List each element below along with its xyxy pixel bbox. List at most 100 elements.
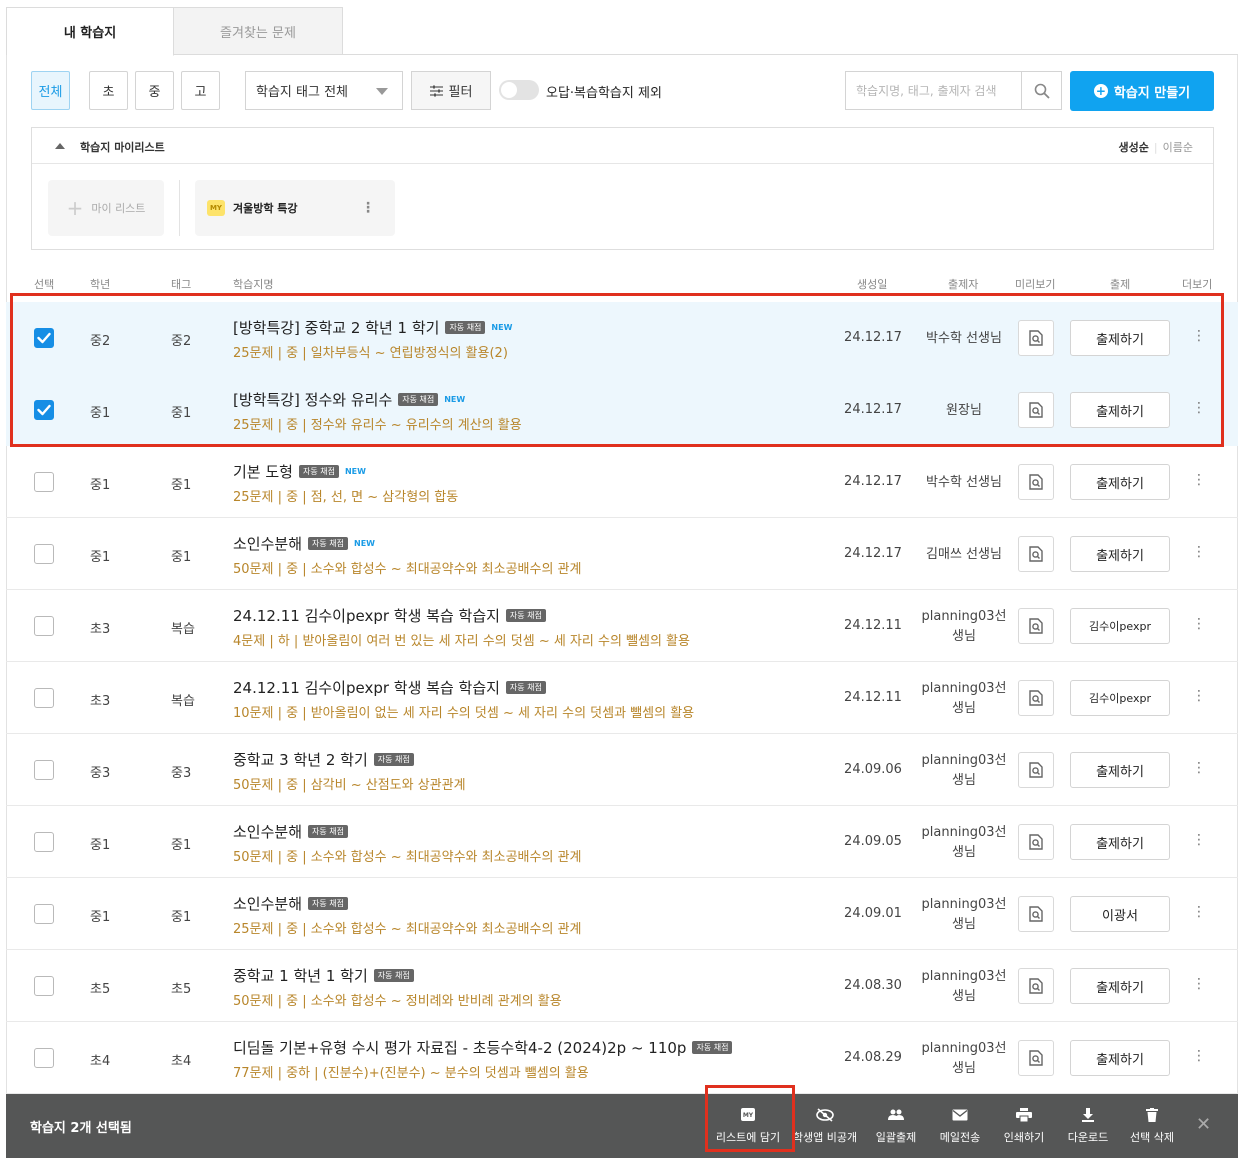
assign-button[interactable]: 김수이pexpr xyxy=(1070,680,1170,716)
assign-button[interactable]: 출제하기 xyxy=(1070,320,1170,356)
row-title[interactable]: 소인수분해 xyxy=(233,533,302,554)
more-kebab-icon[interactable]: ⋮ xyxy=(1192,401,1206,415)
assign-button[interactable]: 출제하기 xyxy=(1070,752,1170,788)
row-checkbox[interactable] xyxy=(34,328,54,348)
mylist-header: 학습지 마이리스트 생성순 | 이름순 xyxy=(32,128,1213,164)
row-checkbox[interactable] xyxy=(34,760,54,780)
row-title[interactable]: [방학특강] 중학교 2 학년 1 학기 xyxy=(233,317,439,338)
more-kebab-icon[interactable]: ⋮ xyxy=(1192,689,1206,703)
download-button[interactable]: 다운로드 xyxy=(1062,1106,1114,1146)
preview-button[interactable] xyxy=(1018,824,1054,860)
row-checkbox[interactable] xyxy=(34,688,54,708)
preview-button[interactable] xyxy=(1018,968,1054,1004)
row-title[interactable]: 24.12.11 김수이pexpr 학생 복습 학습지 xyxy=(233,677,500,698)
table-row[interactable]: 초4 초4 디딤돌 기본+유형 수시 평가 자료집 - 초등수학4-2 (2024)… xyxy=(6,1022,1238,1094)
row-checkbox[interactable] xyxy=(34,400,54,420)
search-input[interactable] xyxy=(846,72,1020,109)
assign-button[interactable]: 출제하기 xyxy=(1070,968,1170,1004)
preview-button[interactable] xyxy=(1018,536,1054,572)
bulk-assign-button[interactable]: 일괄출제 xyxy=(870,1106,922,1146)
more-kebab-icon[interactable]: ⋮ xyxy=(1192,905,1206,919)
send-mail-button[interactable]: 메일전송 xyxy=(934,1106,986,1146)
table-row[interactable]: 중1 중1 소인수분해 자동 채점 50문제 | 중 | 소수와 합성수 ~ 최대공약수… xyxy=(6,806,1238,878)
more-kebab-icon[interactable]: ⋮ xyxy=(1192,617,1206,631)
row-title[interactable]: 소인수분해 xyxy=(233,893,302,914)
preview-button[interactable] xyxy=(1018,320,1054,356)
print-icon xyxy=(1016,1106,1032,1124)
row-checkbox[interactable] xyxy=(34,904,54,924)
print-button[interactable]: 인쇄하기 xyxy=(998,1106,1050,1146)
more-kebab-icon[interactable]: ⋮ xyxy=(1192,761,1206,775)
table-row[interactable]: 초3 복습 24.12.11 김수이pexpr 학생 복습 학습지 자동 채점 4문제 … xyxy=(6,590,1238,662)
mylist-card[interactable]: MY 겨울방학 특강 ⋮ xyxy=(195,180,395,236)
row-checkbox[interactable] xyxy=(34,832,54,852)
assign-button[interactable]: 출제하기 xyxy=(1070,824,1170,860)
row-title[interactable]: 소인수분해 xyxy=(233,821,302,842)
preview-button[interactable] xyxy=(1018,752,1054,788)
grade-filter-elementary[interactable]: 초 xyxy=(89,71,128,110)
exclude-review-toggle[interactable] xyxy=(499,80,539,100)
row-checkbox[interactable] xyxy=(34,976,54,996)
filter-button[interactable]: 필터 xyxy=(411,71,491,110)
table-row[interactable]: 중1 중1 [방학특강] 정수와 유리수 자동 채점 NEW 25문제 | 중 | 정수와… xyxy=(6,374,1238,446)
row-title[interactable]: 중학교 3 학년 2 학기 xyxy=(233,749,368,770)
more-kebab-icon[interactable]: ⋮ xyxy=(1192,833,1206,847)
grade-filter-all[interactable]: 전체 xyxy=(31,71,70,110)
kebab-menu-icon[interactable]: ⋮ xyxy=(361,200,375,216)
preview-button[interactable] xyxy=(1018,392,1054,428)
assign-button[interactable]: 출제하기 xyxy=(1070,1040,1170,1076)
assign-button[interactable]: 출제하기 xyxy=(1070,392,1170,428)
preview-button[interactable] xyxy=(1018,464,1054,500)
row-title[interactable]: 24.12.11 김수이pexpr 학생 복습 학습지 xyxy=(233,605,500,626)
grade-filter-middle[interactable]: 중 xyxy=(135,71,174,110)
row-checkbox[interactable] xyxy=(34,1048,54,1068)
delete-selected-button[interactable]: 선택 삭제 xyxy=(1126,1106,1178,1146)
assign-button[interactable]: 출제하기 xyxy=(1070,464,1170,500)
row-date: 24.08.29 xyxy=(844,1050,902,1065)
table-row[interactable]: 초3 복습 24.12.11 김수이pexpr 학생 복습 학습지 자동 채점 10문제… xyxy=(6,662,1238,734)
table-row[interactable]: 중1 중1 소인수분해 자동 채점 25문제 | 중 | 소수와 합성수 ~ 최대공약수… xyxy=(6,878,1238,950)
grade-filter-high[interactable]: 고 xyxy=(181,71,220,110)
table-row[interactable]: 초5 초5 중학교 1 학년 1 학기 자동 채점 50문제 | 중 | 소수와 합성수… xyxy=(6,950,1238,1022)
more-kebab-icon[interactable]: ⋮ xyxy=(1192,473,1206,487)
tab-favorite-problems[interactable]: 즐겨찾는 문제 xyxy=(173,7,343,55)
preview-button[interactable] xyxy=(1018,1040,1054,1076)
table-row[interactable]: 중1 중1 소인수분해 자동 채점 NEW 50문제 | 중 | 소수와 합성수 ~ 최대… xyxy=(6,518,1238,590)
assign-button[interactable]: 출제하기 xyxy=(1070,536,1170,572)
preview-button[interactable] xyxy=(1018,680,1054,716)
more-kebab-icon[interactable]: ⋮ xyxy=(1192,545,1206,559)
table-row[interactable]: 중1 중1 기본 도형 자동 채점 NEW 25문제 | 중 | 점, 선, 면 ~ 삼각… xyxy=(6,446,1238,518)
close-icon[interactable]: ✕ xyxy=(1196,1116,1211,1134)
preview-button[interactable] xyxy=(1018,608,1054,644)
more-kebab-icon[interactable]: ⋮ xyxy=(1192,977,1206,991)
row-title[interactable]: 기본 도형 xyxy=(233,461,293,482)
tag-select[interactable]: 학습지 태그 전체 xyxy=(245,71,403,110)
row-checkbox[interactable] xyxy=(34,472,54,492)
search-box xyxy=(845,71,1062,110)
row-checkbox[interactable] xyxy=(34,544,54,564)
row-title-wrap: 중학교 3 학년 2 학기 자동 채점 xyxy=(233,749,414,770)
tab-my-worksheets[interactable]: 내 학습지 xyxy=(6,7,174,56)
more-kebab-icon[interactable]: ⋮ xyxy=(1192,1049,1206,1063)
search-button[interactable] xyxy=(1021,72,1061,109)
table-row[interactable]: 중2 중2 [방학특강] 중학교 2 학년 1 학기 자동 채점 NEW 25문제 | 중… xyxy=(6,302,1238,374)
collapse-triangle-icon[interactable] xyxy=(55,143,65,149)
assign-button[interactable]: 김수이pexpr xyxy=(1070,608,1170,644)
sort-by-name[interactable]: 이름순 xyxy=(1163,141,1193,154)
row-author: planning03선 생님 xyxy=(918,679,1010,719)
sort-by-created[interactable]: 생성순 xyxy=(1119,141,1149,154)
assign-button[interactable]: 이광서 xyxy=(1070,896,1170,932)
row-checkbox[interactable] xyxy=(34,616,54,636)
create-worksheet-button[interactable]: + 학습지 만들기 xyxy=(1070,71,1214,111)
preview-button[interactable] xyxy=(1018,896,1054,932)
row-title[interactable]: [방학특강] 정수와 유리수 xyxy=(233,389,392,410)
hide-from-student-app-button[interactable]: 학생앱 비공개 xyxy=(790,1106,860,1146)
row-author: planning03선 생님 xyxy=(918,967,1010,1007)
table-row[interactable]: 중3 중3 중학교 3 학년 2 학기 자동 채점 50문제 | 중 | 삼각비 ~ 산… xyxy=(6,734,1238,806)
auto-grading-badge: 자동 채점 xyxy=(308,897,348,910)
add-mylist-button[interactable]: + 마이 리스트 xyxy=(48,180,164,236)
add-to-list-button[interactable]: MY 리스트에 담기 xyxy=(714,1106,782,1146)
more-kebab-icon[interactable]: ⋮ xyxy=(1192,329,1206,343)
row-title[interactable]: 디딤돌 기본+유형 수시 평가 자료집 - 초등수학4-2 (2024)2p ~… xyxy=(233,1037,686,1058)
row-title[interactable]: 중학교 1 학년 1 학기 xyxy=(233,965,368,986)
